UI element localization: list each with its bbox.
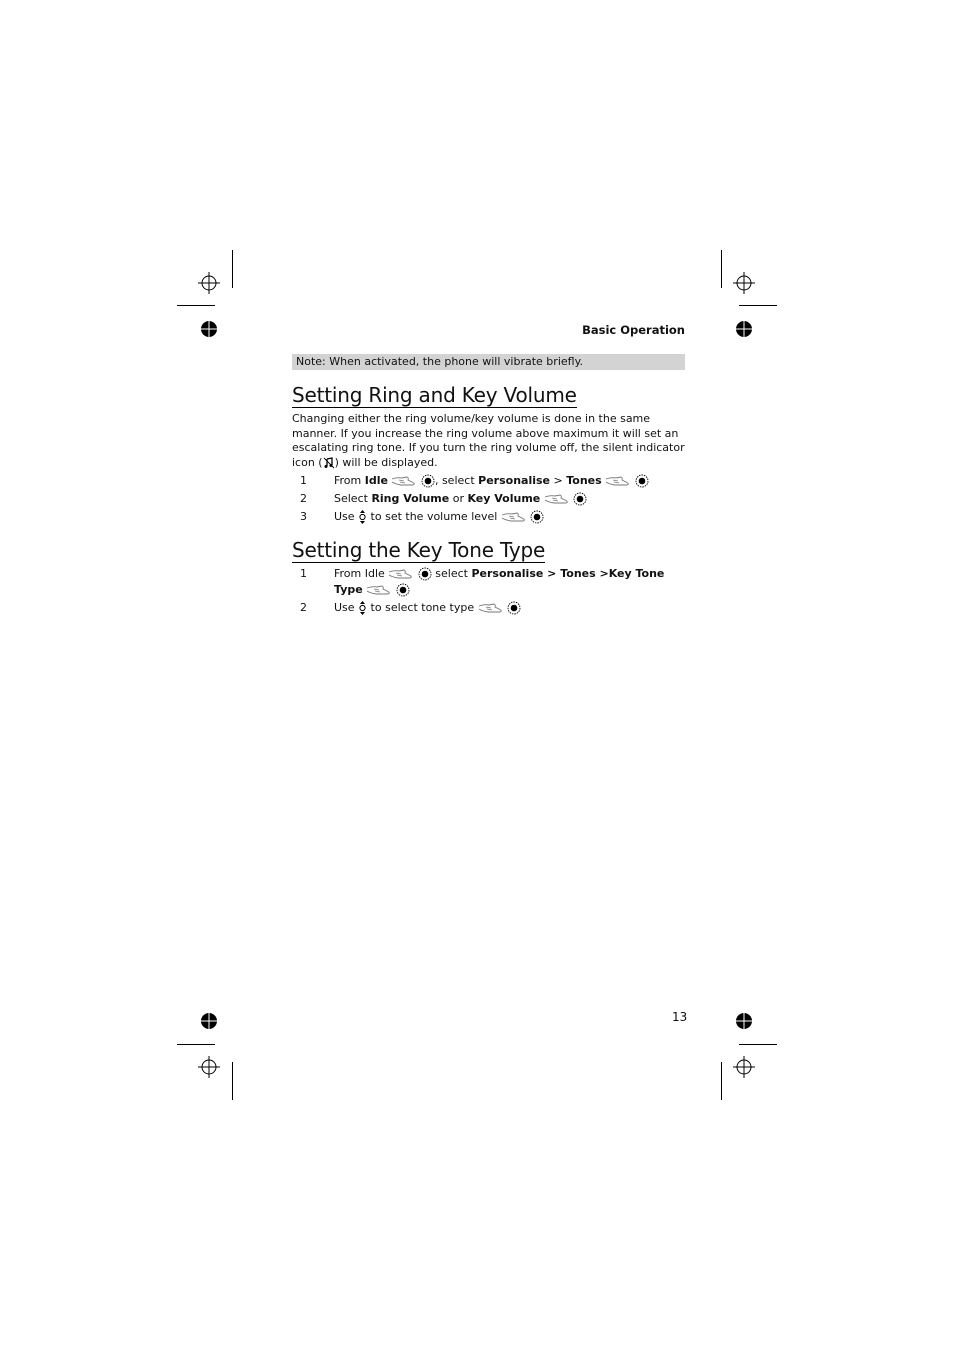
crop-mark [232,1062,233,1100]
select-key-icon [421,474,435,488]
step-text-part: Use [334,510,359,523]
step-text-part: select [435,567,472,580]
menu-item-type: Type [334,583,363,596]
filled-registration-mark [201,321,217,337]
select-key-icon [530,510,544,524]
step-text-part: Use [334,601,359,614]
pointing-hand-icon [392,476,416,486]
step-text-part: , select [434,474,479,487]
pointing-hand-icon [544,494,568,504]
step-number: 2 [300,601,307,614]
menu-path: Personalise > Tones >Key Tone [471,567,665,580]
running-header: Basic Operation [582,323,685,337]
step-text: From Idle select Personalise > Tones >Ke… [334,566,664,582]
step-text-part: to set the volume level [370,510,498,523]
pointing-hand-icon [501,512,525,522]
step-number: 2 [300,492,307,505]
silent-indicator-icon [323,456,334,468]
select-key-icon [635,474,649,488]
step-text: Use to select tone type [334,600,521,616]
step-text: Select Ring Volume or Key Volume [334,491,587,507]
step-text-part: > [550,474,567,487]
step-number: 3 [300,510,307,523]
crosshair-registration-mark [733,1056,755,1078]
select-key-icon [573,492,587,506]
select-key-icon [418,567,432,581]
step-text-part: or [449,492,468,505]
paragraph-text: ) will be displayed. [334,455,438,469]
step-number: 1 [300,567,307,580]
intro-paragraph: Changing either the ring volume/key volu… [292,412,687,470]
filled-registration-mark [201,1013,217,1029]
step-text-part: From [334,474,365,487]
menu-item-ring-volume: Ring Volume [371,492,450,505]
step-text: Use to set the volume level [334,509,544,525]
page-number: 13 [672,1010,688,1024]
menu-item-tones: Tones [566,474,602,487]
crop-mark [721,250,722,288]
step-text-part: to select tone type [370,601,475,614]
crosshair-registration-mark [733,272,755,294]
pointing-hand-icon [366,585,390,595]
step-text-part: Select [334,492,372,505]
menu-item-idle: Idle [364,474,388,487]
crop-mark [177,305,215,306]
crop-mark [721,1062,722,1100]
step-text: Type [334,582,410,598]
step-text-part: From Idle [334,567,389,580]
pointing-hand-icon [389,569,413,579]
crosshair-registration-mark [198,1056,220,1078]
menu-item-personalise: Personalise [478,474,550,487]
select-key-icon [396,583,410,597]
filled-registration-mark [736,321,752,337]
step-text: From Idle , select Personalise > Tones [334,473,649,489]
crop-mark [232,250,233,288]
section-title-key-tone-type: Setting the Key Tone Type [292,538,546,563]
section-title-ring-key-volume: Setting Ring and Key Volume [292,383,577,408]
step-number: 1 [300,474,307,487]
select-key-icon [507,601,521,615]
navigation-updown-icon [359,510,366,524]
crosshair-registration-mark [198,272,220,294]
crop-mark [739,1044,777,1045]
filled-registration-mark [736,1013,752,1029]
pointing-hand-icon [478,603,502,613]
crop-mark [739,305,777,306]
pointing-hand-icon [605,476,629,486]
menu-item-key-volume: Key Volume [467,492,541,505]
navigation-updown-icon [359,601,366,615]
note-box: Note: When activated, the phone will vib… [292,354,685,370]
crop-mark [177,1044,215,1045]
